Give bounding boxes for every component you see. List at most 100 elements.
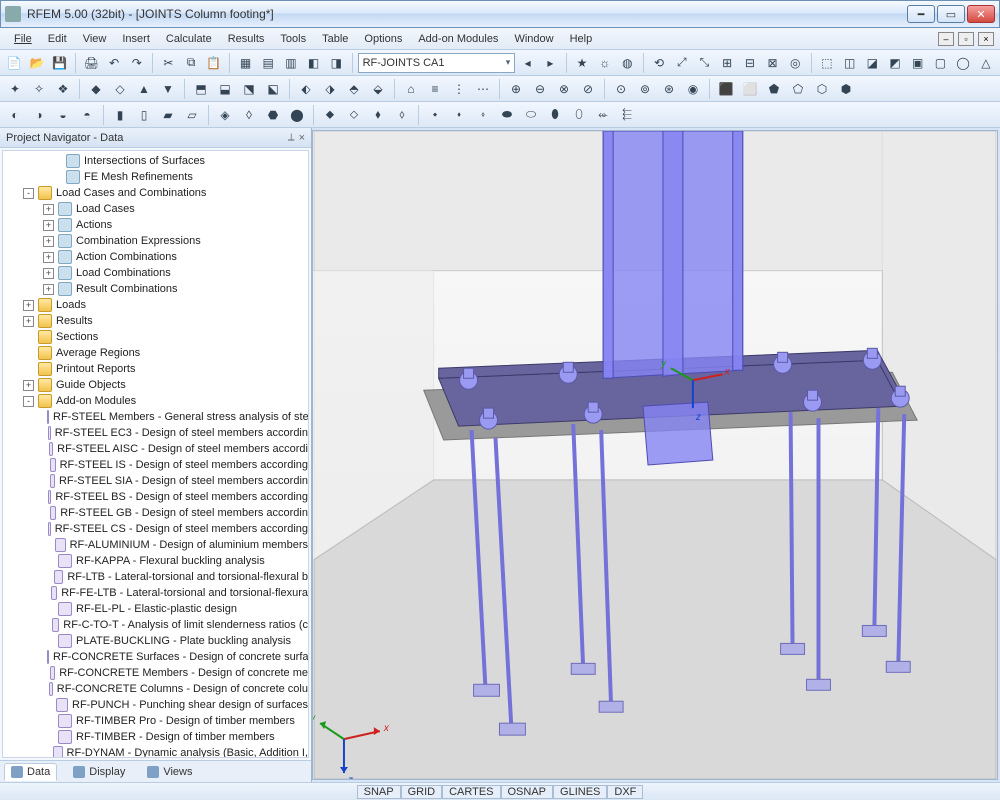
toolbar-icon[interactable]: ⬜ — [739, 78, 761, 100]
menu-calculate[interactable]: Calculate — [158, 31, 220, 47]
toolbar-icon[interactable]: ⬱ — [616, 104, 638, 126]
toolbar-icon[interactable]: ▢ — [930, 52, 951, 74]
tree-item[interactable]: RF-PUNCH - Punching shear design of surf… — [3, 697, 308, 713]
toolbar-icon[interactable]: ◉ — [682, 78, 704, 100]
toolbar-icon[interactable]: ◩ — [885, 52, 906, 74]
toolbar-icon[interactable]: ◈ — [214, 104, 236, 126]
tree-item[interactable]: RF-STEEL Members - General stress analys… — [3, 409, 308, 425]
open-icon[interactable]: 📂 — [27, 52, 48, 74]
tree-item[interactable]: RF-CONCRETE Surfaces - Design of concret… — [3, 649, 308, 665]
pin-icon[interactable]: ⟂ — [288, 132, 295, 143]
toolbar-icon[interactable]: ⬒ — [190, 78, 212, 100]
tree-item[interactable]: RF-CONCRETE Members - Design of concrete… — [3, 665, 308, 681]
tree-item[interactable]: +Load Cases — [3, 201, 308, 217]
toolbar-icon[interactable]: ⬚ — [817, 52, 838, 74]
toolbar-icon[interactable]: ◇ — [109, 78, 131, 100]
expander-icon[interactable]: + — [23, 300, 34, 311]
toolbar-icon[interactable]: ⬨ — [391, 104, 413, 126]
toolbar-icon[interactable]: ⬭ — [520, 104, 542, 126]
toolbar-icon[interactable]: ⬓ — [214, 78, 236, 100]
redo-icon[interactable]: ↷ — [126, 52, 147, 74]
tree-item[interactable]: Average Regions — [3, 345, 308, 361]
toolbar-icon[interactable]: ⬥ — [319, 104, 341, 126]
toolbar-icon[interactable]: ✦ — [4, 78, 26, 100]
toolbar-icon[interactable]: ▰ — [157, 104, 179, 126]
toolbar-icon[interactable]: ⬙ — [367, 78, 389, 100]
tree-item[interactable]: RF-EL-PL - Elastic-plastic design — [3, 601, 308, 617]
maximize-button[interactable]: ▭ — [937, 5, 965, 23]
tree-item[interactable]: Sections — [3, 329, 308, 345]
toolbar-icon[interactable]: ☼ — [594, 52, 615, 74]
expander-icon[interactable]: - — [23, 396, 34, 407]
toolbar-icon[interactable]: ✧ — [28, 78, 50, 100]
save-icon[interactable]: 💾 — [49, 52, 70, 74]
new-icon[interactable]: 📄 — [4, 52, 25, 74]
copy-icon[interactable]: ⧉ — [181, 52, 202, 74]
tab-display[interactable]: Display — [67, 764, 131, 780]
toolbar-icon[interactable]: ⬩ — [424, 104, 446, 126]
menu-options[interactable]: Options — [356, 31, 410, 47]
toolbar-icon[interactable]: ⬔ — [238, 78, 260, 100]
tree-item[interactable]: RF-TIMBER Pro - Design of timber members — [3, 713, 308, 729]
toolbar-icon[interactable]: ◊ — [238, 104, 260, 126]
expander-icon[interactable]: + — [23, 380, 34, 391]
expander-icon[interactable]: + — [23, 316, 34, 327]
toolbar-icon[interactable]: ◎ — [785, 52, 806, 74]
toolbar-icon[interactable]: ⬬ — [496, 104, 518, 126]
toolbar-icon[interactable]: ⤢ — [671, 52, 692, 74]
status-pane-glines[interactable]: GLINES — [553, 785, 607, 799]
toolbar-icon[interactable]: ⬫ — [472, 104, 494, 126]
tree-item[interactable]: PLATE-BUCKLING - Plate buckling analysis — [3, 633, 308, 649]
toolbar-icon[interactable]: ⟲ — [649, 52, 670, 74]
toolbar-icon[interactable]: ⬯ — [568, 104, 590, 126]
nav-prev-icon[interactable]: ◂ — [517, 52, 538, 74]
status-pane-grid[interactable]: GRID — [401, 785, 443, 799]
tab-data[interactable]: Data — [4, 763, 57, 781]
cut-icon[interactable]: ✂ — [158, 52, 179, 74]
toolbar-icon[interactable]: ⬰ — [592, 104, 614, 126]
tree-item[interactable]: RF-FE-LTB - Lateral-torsional and torsio… — [3, 585, 308, 601]
toolbar-icon[interactable]: ◒ — [52, 104, 74, 126]
navigator-tree[interactable]: Intersections of SurfacesFE Mesh Refinem… — [2, 150, 309, 758]
toolbar-icon[interactable]: ◧ — [303, 52, 324, 74]
toolbar-icon[interactable]: ◑ — [28, 104, 50, 126]
menu-view[interactable]: View — [75, 31, 115, 47]
expander-icon[interactable]: + — [43, 204, 54, 215]
toolbar-icon[interactable]: ⬛ — [715, 78, 737, 100]
minimize-button[interactable]: ━ — [907, 5, 935, 23]
toolbar-icon[interactable]: ⬪ — [448, 104, 470, 126]
toolbar-icon[interactable]: ⊟ — [740, 52, 761, 74]
tree-item[interactable]: Intersections of Surfaces — [3, 153, 308, 169]
tree-item[interactable]: -Load Cases and Combinations — [3, 185, 308, 201]
menu-help[interactable]: Help — [562, 31, 601, 47]
tree-item[interactable]: RF-STEEL CS - Design of steel members ac… — [3, 521, 308, 537]
toolbar-icon[interactable]: ❖ — [52, 78, 74, 100]
expander-icon[interactable]: + — [43, 284, 54, 295]
menu-results[interactable]: Results — [220, 31, 273, 47]
tree-item[interactable]: +Loads — [3, 297, 308, 313]
toolbar-icon[interactable]: ⬤ — [286, 104, 308, 126]
toolbar-icon[interactable]: ▣ — [907, 52, 928, 74]
toolbar-icon[interactable]: ⌂ — [400, 78, 422, 100]
tree-item[interactable]: RF-STEEL EC3 - Design of steel members a… — [3, 425, 308, 441]
toolbar-icon[interactable]: ⊠ — [762, 52, 783, 74]
status-pane-cartes[interactable]: CARTES — [442, 785, 500, 799]
toolbar-icon[interactable]: ★ — [572, 52, 593, 74]
toolbar-icon[interactable]: ⬧ — [367, 104, 389, 126]
3d-viewport[interactable]: x y z x y z — [312, 130, 998, 780]
tree-item[interactable]: RF-CONCRETE Columns - Design of concrete… — [3, 681, 308, 697]
toolbar-icon[interactable]: ⊚ — [634, 78, 656, 100]
menu-insert[interactable]: Insert — [114, 31, 158, 47]
menu-table[interactable]: Table — [314, 31, 356, 47]
toolbar-icon[interactable]: △ — [975, 52, 996, 74]
tree-item[interactable]: RF-STEEL SIA - Design of steel members a… — [3, 473, 308, 489]
toolbar-icon[interactable]: ⬮ — [544, 104, 566, 126]
expander-icon[interactable]: + — [43, 220, 54, 231]
toolbar-icon[interactable]: ◯ — [953, 52, 974, 74]
nav-next-icon[interactable]: ▸ — [540, 52, 561, 74]
toolbar-icon[interactable]: ▯ — [133, 104, 155, 126]
status-pane-snap[interactable]: SNAP — [357, 785, 401, 799]
toolbar-icon[interactable]: ◨ — [326, 52, 347, 74]
tree-item[interactable]: RF-ALUMINIUM - Design of aluminium membe… — [3, 537, 308, 553]
tree-item[interactable]: RF-STEEL AISC - Design of steel members … — [3, 441, 308, 457]
